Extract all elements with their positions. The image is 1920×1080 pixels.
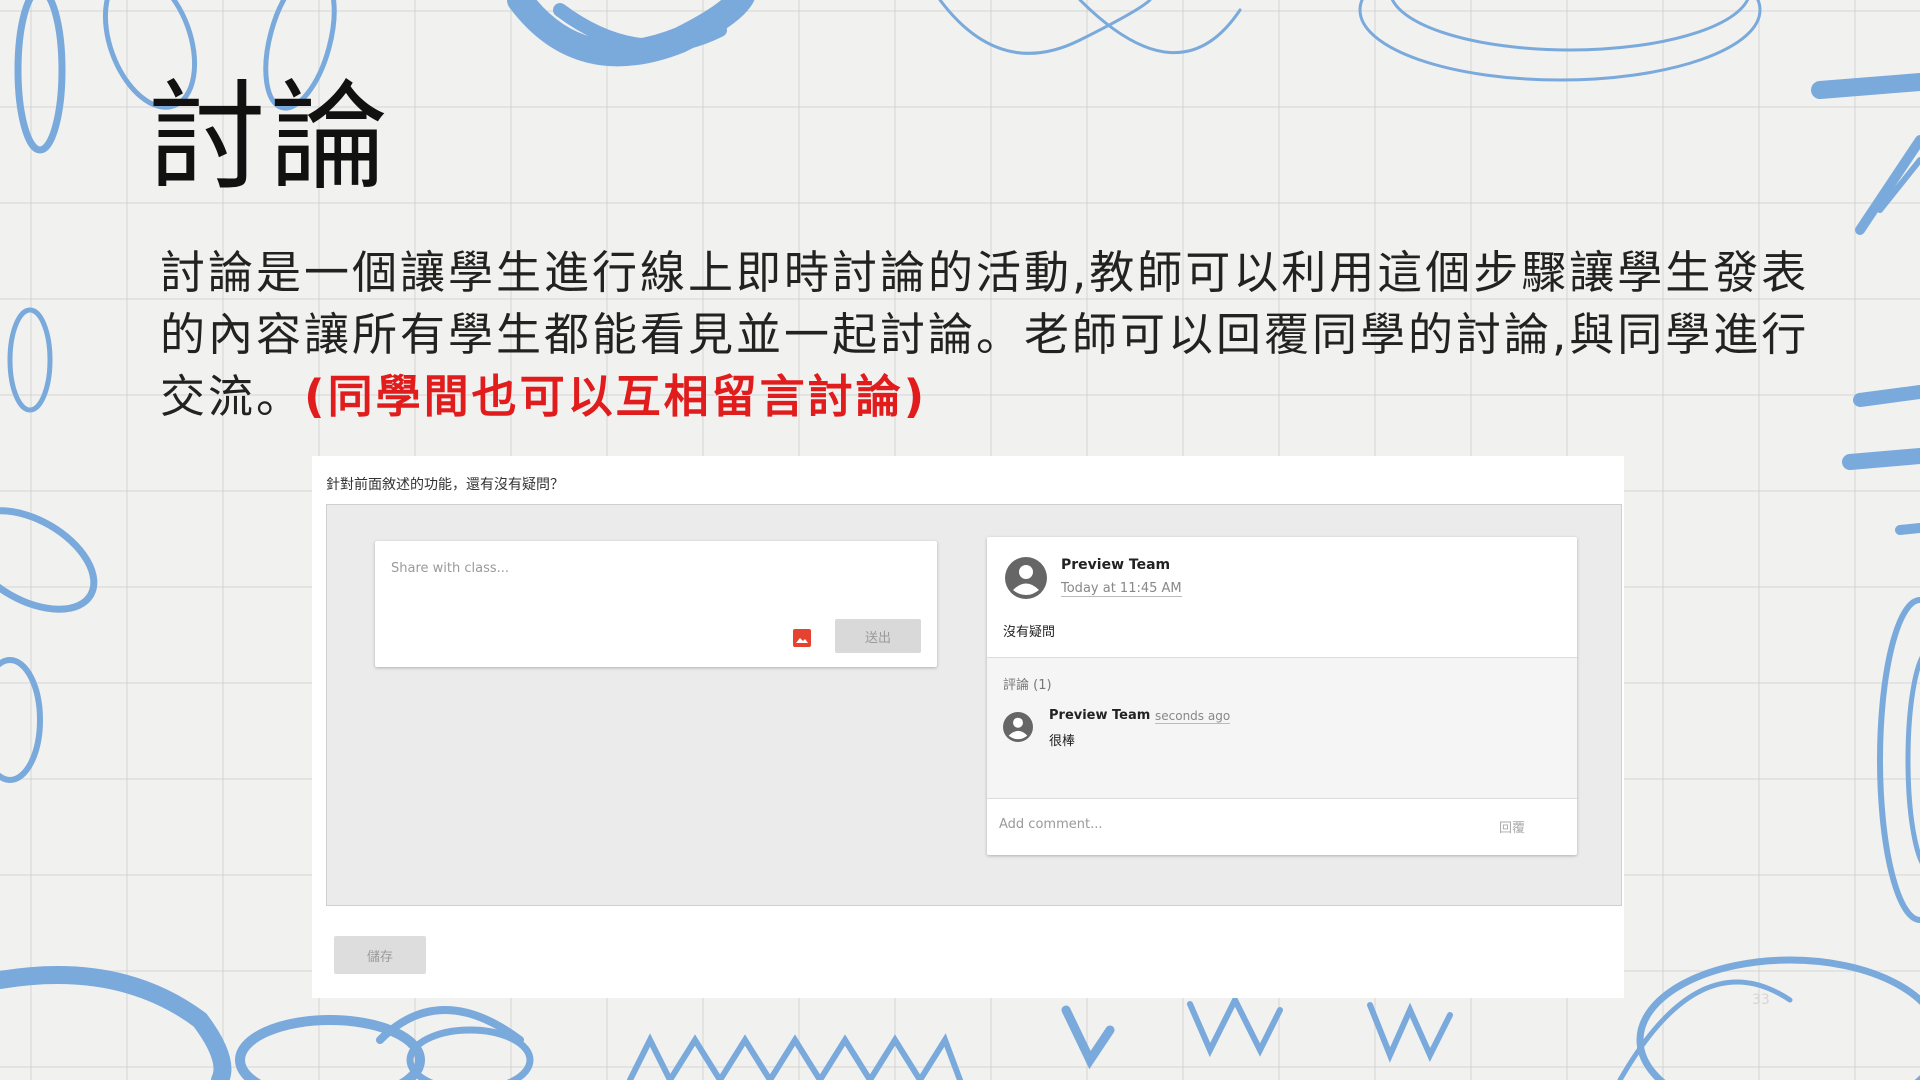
discussion-screenshot: 針對前面敘述的功能，還有沒有疑問？ Share with class... 送出…: [312, 456, 1624, 998]
image-icon[interactable]: [793, 629, 811, 647]
comment-author: Preview Team: [1049, 708, 1151, 723]
comments-header: 評論 (1): [1003, 678, 1052, 693]
share-card: Share with class... 送出: [375, 541, 937, 667]
question-text: 針對前面敘述的功能，還有沒有疑問？: [326, 477, 564, 493]
comments-section: 評論 (1) Preview Team seconds ago 很棒: [987, 657, 1577, 799]
post-header: Preview Team Today at 11:45 AM 沒有疑問: [987, 537, 1577, 657]
post-author: Preview Team: [1061, 557, 1171, 573]
commenter-avatar-icon: [1003, 712, 1033, 742]
post-time[interactable]: Today at 11:45 AM: [1061, 581, 1182, 597]
slide-title: 討論: [148, 68, 393, 206]
account-circle-icon: [1005, 557, 1047, 599]
submit-button[interactable]: 送出: [835, 619, 921, 653]
comment-time[interactable]: seconds ago: [1155, 709, 1231, 724]
reply-button[interactable]: 回覆: [1499, 817, 1525, 836]
page-number: 33: [1752, 992, 1770, 1008]
comment-text: 很棒: [1049, 734, 1076, 749]
slide-body: 討論是一個讓學生進行線上即時討論的活動,教師可以利用這個步驟讓學生發表的內容讓所…: [160, 242, 1820, 428]
share-input[interactable]: Share with class...: [391, 561, 509, 576]
slide-highlight: (同學間也可以互相留言討論): [304, 370, 928, 423]
post-text: 沒有疑問: [1003, 625, 1056, 640]
add-comment-input[interactable]: Add comment...: [999, 817, 1102, 832]
save-button[interactable]: 儲存: [334, 936, 426, 974]
post-card: Preview Team Today at 11:45 AM 沒有疑問 評論 (…: [987, 537, 1577, 855]
discussion-area: Share with class... 送出 Preview Team Toda…: [326, 504, 1622, 906]
